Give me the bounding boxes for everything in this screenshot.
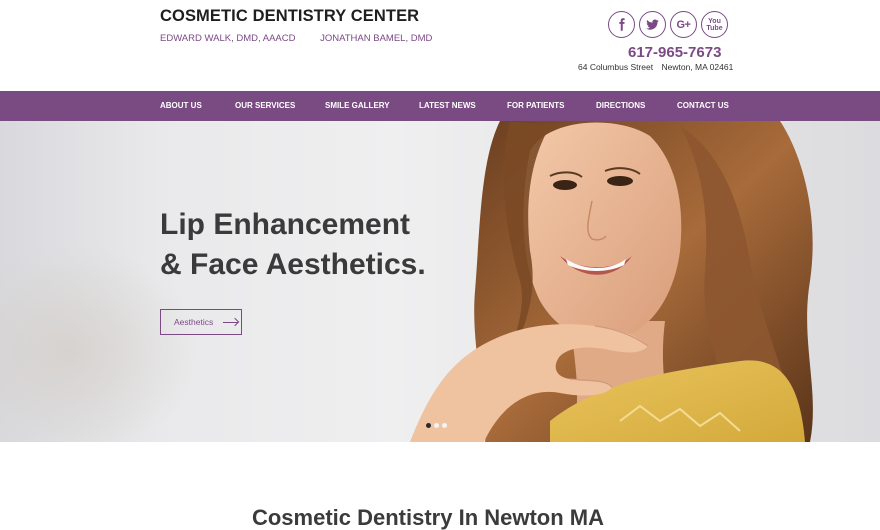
aesthetics-button-label: Aesthetics	[174, 317, 214, 327]
arrow-right-icon	[223, 318, 239, 326]
address-street: 64 Columbus Street	[578, 62, 654, 72]
slider-dot-1[interactable]	[426, 423, 431, 428]
phone-number[interactable]: 617-965-7673	[628, 44, 721, 61]
facebook-icon[interactable]	[608, 11, 635, 38]
youtube-label-bottom: Tube	[706, 24, 723, 32]
slider-dots	[426, 423, 447, 428]
nav-item-about-us[interactable]: ABOUT US	[160, 91, 202, 121]
hero-title: Lip Enhancement & Face Aesthetics.	[160, 205, 426, 285]
doctor-name-2: JONATHAN BAMEL, DMD	[320, 33, 433, 44]
section-title: Cosmetic Dentistry In Newton MA	[251, 505, 605, 530]
nav-item-directions[interactable]: DIRECTIONS	[596, 91, 645, 121]
twitter-icon[interactable]	[639, 11, 666, 38]
nav-item-for-patients[interactable]: FOR PATIENTS	[507, 91, 564, 121]
address-city: Newton, MA 02461	[661, 62, 734, 72]
nav-item-latest-news[interactable]: LATEST NEWS	[419, 91, 476, 121]
doctors-list: EDWARD WALK, DMD, AAACD JONATHAN BAMEL, …	[160, 33, 454, 44]
youtube-icon[interactable]: You Tube	[701, 11, 728, 38]
nav-item-contact-us[interactable]: CONTACT US	[677, 91, 729, 121]
site-header: COSMETIC DENTISTRY CENTER EDWARD WALK, D…	[0, 0, 880, 91]
doctor-name-1: EDWARD WALK, DMD, AAACD	[160, 33, 296, 44]
hero-title-line-1: Lip Enhancement	[160, 208, 411, 241]
aesthetics-button[interactable]: Aesthetics	[160, 309, 242, 335]
youtube-label-top: You	[708, 17, 721, 25]
main-navigation: ABOUT US OUR SERVICES SMILE GALLERY LATE…	[0, 91, 880, 121]
hero-title-line-2: & Face Aesthetics.	[160, 248, 426, 281]
hero-slider: Lip Enhancement & Face Aesthetics. Aesth…	[0, 121, 880, 442]
slider-dot-3[interactable]	[442, 423, 447, 428]
address: 64 Columbus Street Newton, MA 02461	[578, 62, 733, 72]
site-title[interactable]: COSMETIC DENTISTRY CENTER	[160, 7, 419, 26]
nav-item-our-services[interactable]: OUR SERVICES	[235, 91, 295, 121]
nav-item-smile-gallery[interactable]: SMILE GALLERY	[325, 91, 390, 121]
google-plus-icon[interactable]: G+	[670, 11, 697, 38]
google-plus-label: G+	[676, 18, 691, 31]
slider-dot-2[interactable]	[434, 423, 439, 428]
social-links: G+ You Tube	[608, 11, 728, 38]
hero-photo-woman	[410, 121, 813, 442]
